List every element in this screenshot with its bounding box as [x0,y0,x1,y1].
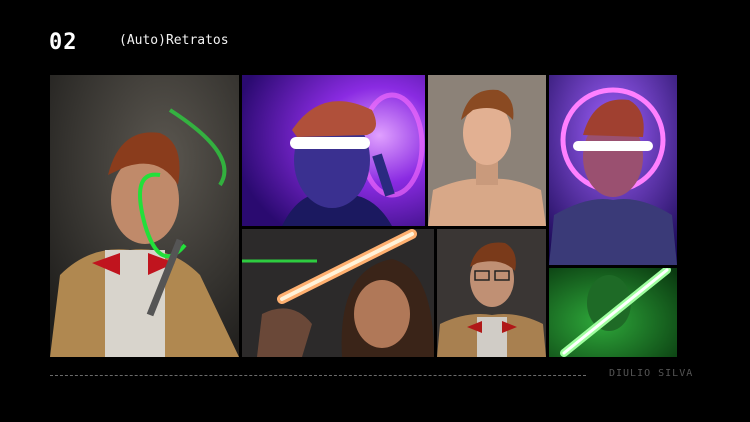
photo-portrait-plain [428,75,546,226]
photo-portrait-light-trail [50,75,239,357]
photo-lightsaber-orange [242,229,434,357]
section-title: (Auto)Retratos [119,33,229,48]
photo-portrait-glasses [437,229,546,357]
photo-visor-neon-ring [549,75,677,265]
author-name: DIULIO SILVA [609,368,694,379]
photo-lightsaber-green [549,268,677,357]
footer-divider [50,375,586,376]
section-number: 02 [49,30,78,55]
photo-visor-neon-purple [242,75,425,226]
